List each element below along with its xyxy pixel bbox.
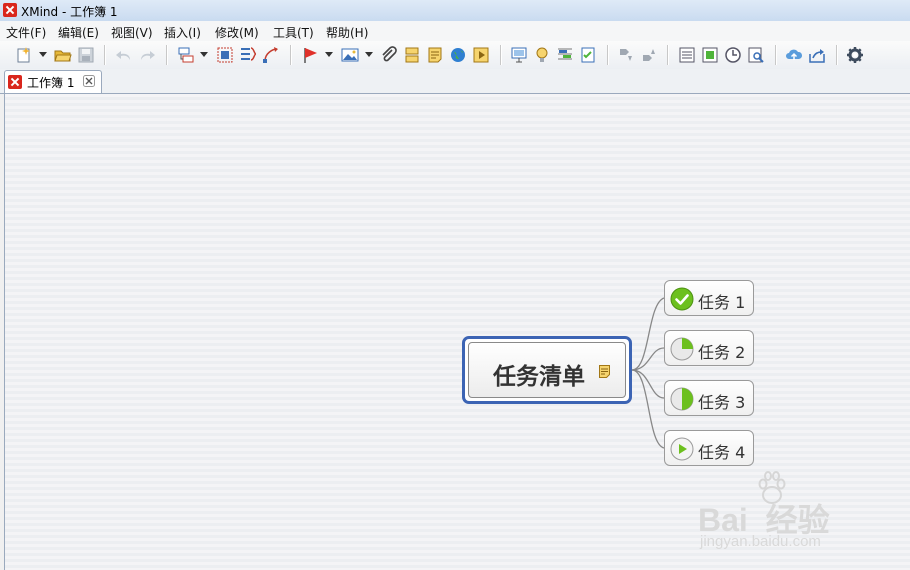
subtopic-label: 任务 1 <box>698 293 746 312</box>
drill-down-icon[interactable] <box>617 46 635 64</box>
editor-tab-bar: 工作簿 1 <box>0 69 910 94</box>
progress-complete-icon[interactable] <box>670 287 694 311</box>
subtopic-label: 任务 2 <box>698 343 746 362</box>
insert-topic-dropdown[interactable] <box>200 52 208 57</box>
window-title: XMind - 工作簿 1 <box>21 5 118 19</box>
toolbar-separator <box>290 45 292 65</box>
xmind-file-icon <box>8 75 22 89</box>
subtopic-task-3[interactable]: 任务 3 <box>664 380 754 416</box>
mindmap-canvas[interactable]: 任务清单 任务 1 任务 2 任务 3 任务 4 Bai 经验 jingyan.… <box>4 94 910 570</box>
share-export-icon[interactable] <box>808 46 826 64</box>
title-bar: XMind - 工作簿 1 <box>0 0 910 22</box>
tab-workbook-1[interactable]: 工作簿 1 <box>4 70 102 93</box>
redo-icon[interactable] <box>138 46 156 64</box>
drill-up-icon[interactable] <box>640 46 658 64</box>
menu-modify[interactable]: 修改(M) <box>215 24 259 41</box>
audio-note-icon[interactable] <box>472 46 490 64</box>
menu-file[interactable]: 文件(F) <box>6 24 46 41</box>
central-topic[interactable]: 任务清单 <box>462 336 632 404</box>
boundary-icon[interactable] <box>216 46 234 64</box>
menu-help[interactable]: 帮助(H) <box>326 24 368 41</box>
menu-insert[interactable]: 插入(I) <box>164 24 201 41</box>
central-topic-label: 任务清单 <box>493 364 585 390</box>
image-icon[interactable] <box>341 46 359 64</box>
toolbar <box>0 41 910 70</box>
gear-icon[interactable] <box>846 46 864 64</box>
close-icon[interactable] <box>83 75 95 87</box>
subtopic-task-1[interactable]: 任务 1 <box>664 280 754 316</box>
menu-tools[interactable]: 工具(T) <box>273 24 314 41</box>
notes-icon[interactable] <box>426 46 444 64</box>
clock-icon[interactable] <box>724 46 742 64</box>
new-file-dropdown[interactable] <box>39 52 47 57</box>
open-folder-icon[interactable] <box>54 46 72 64</box>
gantt-icon[interactable] <box>556 46 574 64</box>
toolbar-separator <box>166 45 168 65</box>
marker-dropdown[interactable] <box>325 52 333 57</box>
progress-quarter-icon[interactable] <box>670 337 694 361</box>
outline-view-icon[interactable] <box>678 46 696 64</box>
tab-label: 工作簿 1 <box>27 76 75 90</box>
toolbar-separator <box>836 45 838 65</box>
xmind-logo-icon <box>3 3 17 17</box>
undo-icon[interactable] <box>115 46 133 64</box>
toolbar-separator <box>500 45 502 65</box>
overview-icon[interactable] <box>701 46 719 64</box>
subtopic-label: 任务 3 <box>698 393 746 412</box>
new-file-icon[interactable] <box>15 46 33 64</box>
menu-view[interactable]: 视图(V) <box>111 24 153 41</box>
hyperlink-globe-icon[interactable] <box>449 46 467 64</box>
relationship-icon[interactable] <box>262 46 280 64</box>
menu-edit[interactable]: 编辑(E) <box>58 24 99 41</box>
task-info-icon[interactable] <box>579 46 597 64</box>
notes-icon[interactable] <box>599 365 610 378</box>
play-icon[interactable] <box>670 437 694 461</box>
search-icon[interactable] <box>747 46 765 64</box>
toolbar-separator <box>607 45 609 65</box>
save-icon[interactable] <box>77 46 95 64</box>
watermark-url: jingyan.baidu.com <box>700 533 821 550</box>
label-icon[interactable] <box>403 46 421 64</box>
toolbar-separator <box>667 45 669 65</box>
attachment-icon[interactable] <box>380 46 398 64</box>
toolbar-separator <box>775 45 777 65</box>
image-dropdown[interactable] <box>365 52 373 57</box>
watermark: Bai 经验 jingyan.baidu.com <box>698 471 868 563</box>
subtopic-task-4[interactable]: 任务 4 <box>664 430 754 466</box>
cloud-upload-icon[interactable] <box>785 46 803 64</box>
toolbar-separator <box>104 45 106 65</box>
subtopic-task-2[interactable]: 任务 2 <box>664 330 754 366</box>
central-topic-body: 任务清单 <box>468 342 626 398</box>
marker-flag-icon[interactable] <box>301 46 319 64</box>
subtopic-label: 任务 4 <box>698 443 746 462</box>
presentation-icon[interactable] <box>510 46 528 64</box>
progress-half-icon[interactable] <box>670 387 694 411</box>
insert-topic-icon[interactable] <box>177 46 195 64</box>
summary-icon[interactable] <box>239 46 257 64</box>
menu-bar: 文件(F) 编辑(E) 视图(V) 插入(I) 修改(M) 工具(T) 帮助(H… <box>0 21 910 42</box>
brainstorm-bulb-icon[interactable] <box>533 46 551 64</box>
